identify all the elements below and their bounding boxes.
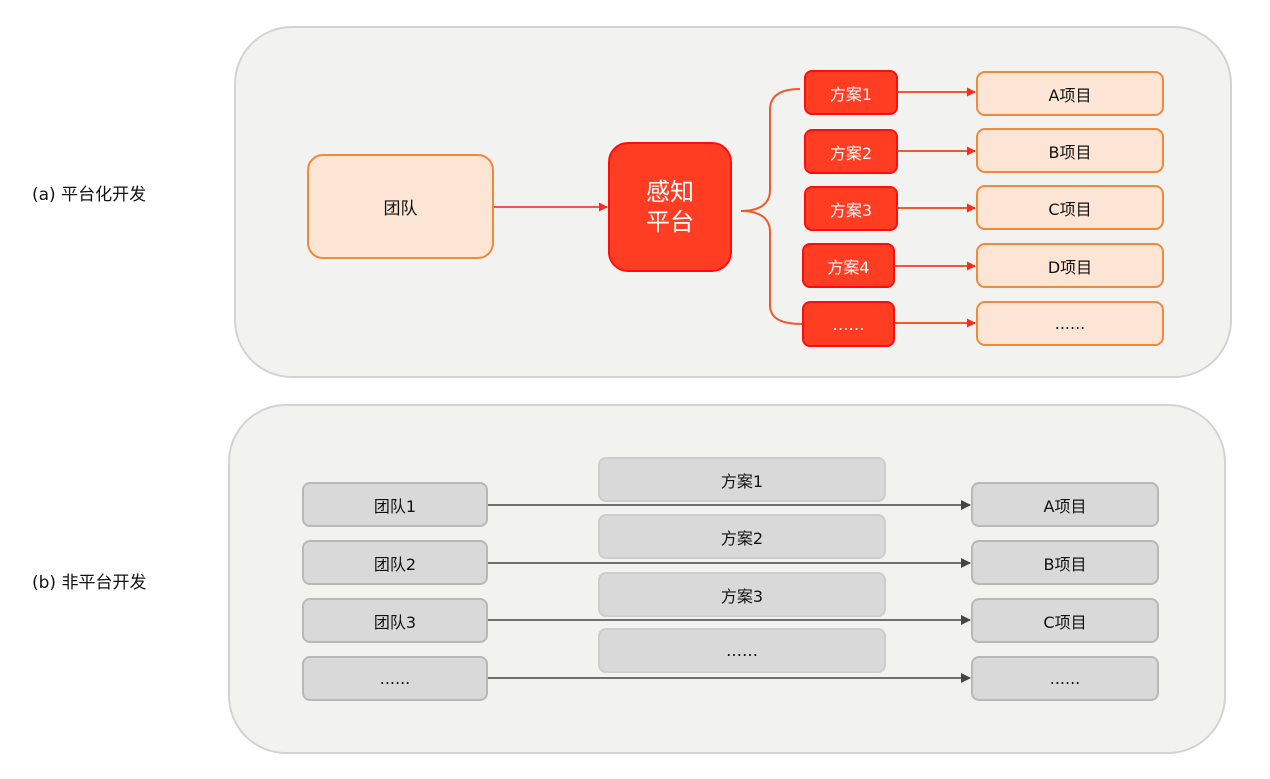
team-node-3[interactable]: 团队3	[302, 598, 488, 643]
project-node-a[interactable]: A项目	[976, 71, 1164, 116]
scheme-node-b3[interactable]: 方案3	[598, 572, 886, 617]
team-node[interactable]: 团队	[307, 154, 494, 259]
scheme-node-1[interactable]: 方案1	[804, 70, 898, 115]
scheme-node-more[interactable]: ……	[802, 301, 895, 347]
project-node-b-a[interactable]: A项目	[971, 482, 1159, 527]
project-node-c[interactable]: C项目	[976, 185, 1164, 230]
perception-platform-node[interactable]: 感知 平台	[608, 142, 732, 272]
platform-line-1: 感知	[646, 178, 694, 206]
project-node-d[interactable]: D项目	[976, 243, 1164, 288]
project-node-b-more[interactable]: ......	[971, 656, 1159, 701]
team-node-more[interactable]: ......	[302, 656, 488, 701]
brace-connector	[740, 88, 804, 325]
platform-line-2: 平台	[646, 208, 694, 236]
team-node-1[interactable]: 团队1	[302, 482, 488, 527]
scheme-node-4[interactable]: 方案4	[802, 243, 895, 288]
scheme-node-b2[interactable]: 方案2	[598, 514, 886, 559]
scheme-node-b-more[interactable]: ……	[598, 628, 886, 673]
team-node-2[interactable]: 团队2	[302, 540, 488, 585]
project-node-b-c[interactable]: C项目	[971, 598, 1159, 643]
scheme-node-3[interactable]: 方案3	[804, 186, 898, 231]
scheme-node-2[interactable]: 方案2	[804, 129, 898, 174]
project-node-b[interactable]: B项目	[976, 128, 1164, 173]
scheme-node-b1[interactable]: 方案1	[598, 457, 886, 502]
project-node-more[interactable]: ......	[976, 301, 1164, 346]
project-node-b-b[interactable]: B项目	[971, 540, 1159, 585]
